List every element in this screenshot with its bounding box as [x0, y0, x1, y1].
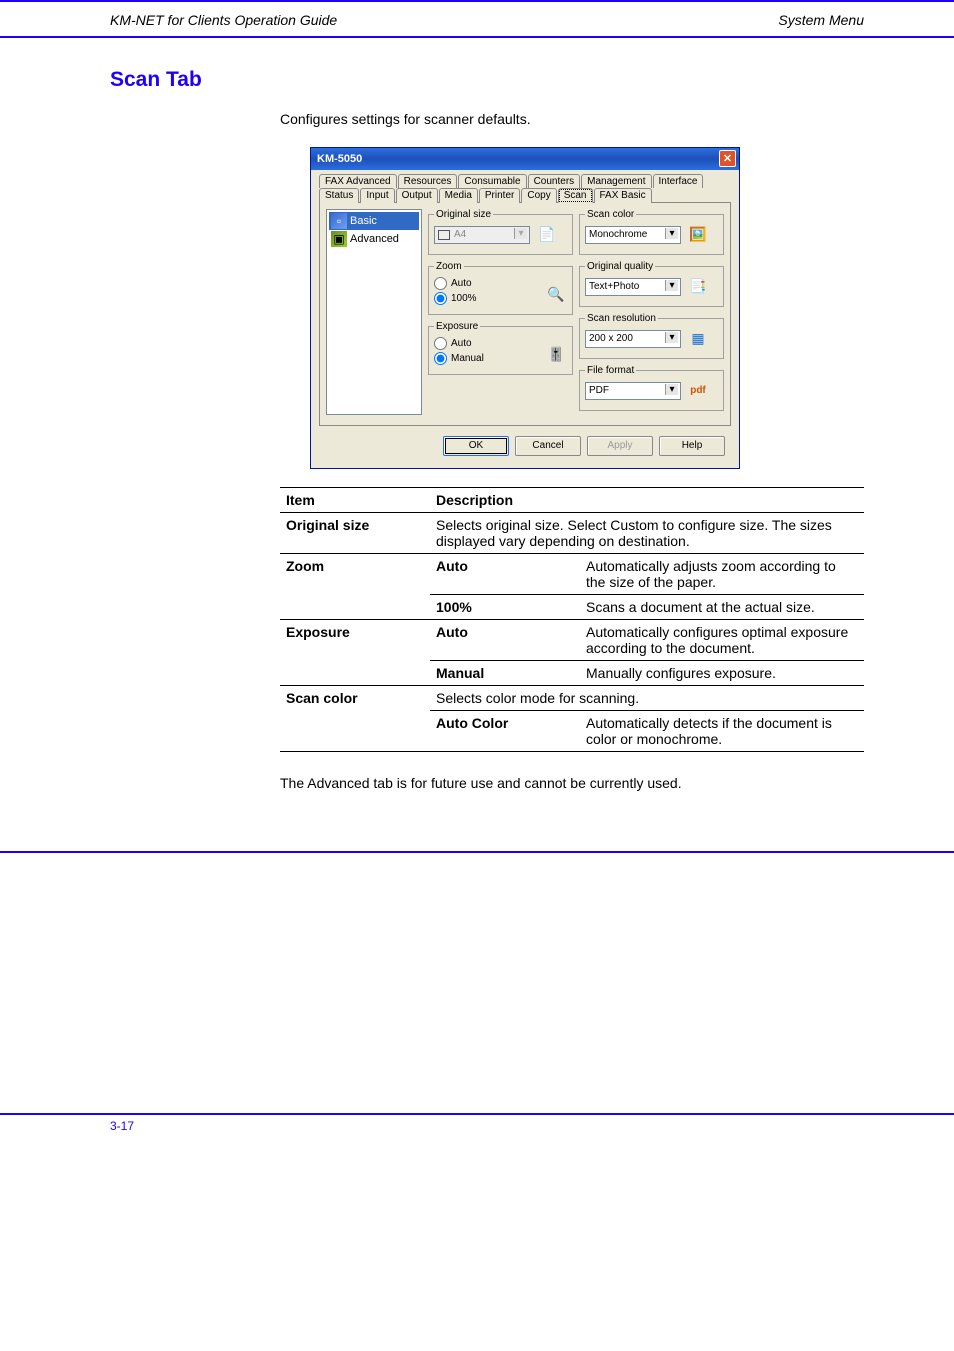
dialog-button-row: OK Cancel Apply Help — [319, 426, 731, 460]
tab-status[interactable]: Status — [319, 188, 359, 203]
pdf-icon: pdf — [687, 380, 709, 402]
tree-item-advanced-label: Advanced — [350, 233, 399, 245]
zoom-auto-radio[interactable]: Auto — [434, 276, 477, 291]
specification-table: Item Description Original size Selects o… — [280, 487, 864, 752]
tab-input[interactable]: Input — [360, 188, 394, 203]
zoom-100-radio[interactable]: 100% — [434, 291, 477, 306]
cancel-button[interactable]: Cancel — [515, 436, 581, 456]
quality-icon: 📑 — [687, 276, 709, 298]
group-original-size: Original size A4 📄 — [428, 209, 573, 255]
row-original-size: Original size Selects original size. Sel… — [280, 512, 864, 553]
page-icon — [438, 230, 450, 240]
legend-scan-color: Scan color — [585, 209, 636, 220]
group-zoom: Zoom Auto 100% 🔍 — [428, 261, 573, 315]
paper-size-icon: 📄 — [536, 224, 558, 246]
tree-pane[interactable]: ▫ Basic ▣ Advanced — [326, 209, 422, 415]
row-exposure: Exposure Auto Automatically configures o… — [280, 619, 864, 685]
note-paragraph: The Advanced tab is for future use and c… — [280, 774, 864, 793]
section-title: Scan Tab — [110, 68, 864, 92]
header-right: System Menu — [778, 12, 864, 28]
group-exposure: Exposure Auto Manual 🎚️ — [428, 321, 573, 375]
footer-page: 3-17 — [110, 1119, 134, 1133]
exposure-icon: 🎚️ — [545, 344, 567, 366]
tab-printer[interactable]: Printer — [479, 188, 520, 203]
scan-resolution-select[interactable]: 200 x 200 — [585, 330, 681, 348]
legend-zoom: Zoom — [434, 261, 464, 272]
dialog-titlebar[interactable]: KM-5050 ✕ — [311, 148, 739, 170]
tab-fax-advanced[interactable]: FAX Advanced — [319, 174, 397, 188]
tab-consumable[interactable]: Consumable — [458, 174, 526, 188]
tab-output[interactable]: Output — [396, 188, 438, 203]
tab-resources[interactable]: Resources — [398, 174, 458, 188]
photo-icon: 🖼️ — [687, 224, 709, 246]
legend-scan-resolution: Scan resolution — [585, 313, 658, 324]
original-quality-select[interactable]: Text+Photo — [585, 278, 681, 296]
ok-button[interactable]: OK — [443, 436, 509, 456]
tab-fax-basic[interactable]: FAX Basic — [594, 188, 652, 203]
close-icon[interactable]: ✕ — [719, 150, 736, 167]
tab-media[interactable]: Media — [439, 188, 478, 203]
tree-item-basic-label: Basic — [350, 215, 377, 227]
exposure-manual-radio[interactable]: Manual — [434, 351, 484, 366]
header-left: KM-NET for Clients Operation Guide — [110, 12, 337, 28]
original-size-value: A4 — [454, 229, 466, 240]
tab-copy[interactable]: Copy — [521, 188, 556, 203]
legend-exposure: Exposure — [434, 321, 480, 332]
group-scan-resolution: Scan resolution 200 x 200 ▦ — [579, 313, 724, 359]
intro-paragraph: Configures settings for scanner defaults… — [280, 110, 864, 129]
legend-original-size: Original size — [434, 209, 493, 220]
tab-strip-row1: FAX Advanced Resources Consumable Counte… — [319, 174, 731, 188]
help-button[interactable]: Help — [659, 436, 725, 456]
row-scan-color: Scan color Selects color mode for scanni… — [280, 685, 864, 751]
resolution-icon: ▦ — [687, 328, 709, 350]
tab-interface[interactable]: Interface — [653, 174, 704, 188]
dialog-title: KM-5050 — [317, 153, 362, 165]
row-zoom: Zoom Auto Automatically adjusts zoom acc… — [280, 553, 864, 619]
tree-item-advanced[interactable]: ▣ Advanced — [329, 230, 419, 248]
legend-file-format: File format — [585, 365, 636, 376]
zoom-icon: 🔍 — [545, 284, 567, 306]
apply-button: Apply — [587, 436, 653, 456]
printer-properties-dialog: KM-5050 ✕ FAX Advanced Resources Consuma… — [310, 147, 740, 469]
tab-counters[interactable]: Counters — [528, 174, 581, 188]
tab-panel-scan: ▫ Basic ▣ Advanced Original size — [319, 202, 731, 426]
legend-original-quality: Original quality — [585, 261, 655, 272]
group-original-quality: Original quality Text+Photo 📑 — [579, 261, 724, 307]
original-size-select[interactable]: A4 — [434, 226, 530, 244]
tree-item-basic[interactable]: ▫ Basic — [329, 212, 419, 230]
tab-scan[interactable]: Scan — [558, 188, 593, 203]
gear-icon: ▣ — [331, 231, 347, 247]
tab-strip-row2: Status Input Output Media Printer Copy S… — [319, 188, 731, 203]
tab-management[interactable]: Management — [581, 174, 651, 188]
exposure-auto-radio[interactable]: Auto — [434, 336, 484, 351]
document-icon: ▫ — [331, 213, 347, 229]
group-scan-color: Scan color Monochrome 🖼️ — [579, 209, 724, 255]
group-file-format: File format PDF pdf — [579, 365, 724, 411]
scan-color-select[interactable]: Monochrome — [585, 226, 681, 244]
th-description: Description — [430, 487, 864, 512]
file-format-select[interactable]: PDF — [585, 382, 681, 400]
th-item: Item — [280, 487, 430, 512]
